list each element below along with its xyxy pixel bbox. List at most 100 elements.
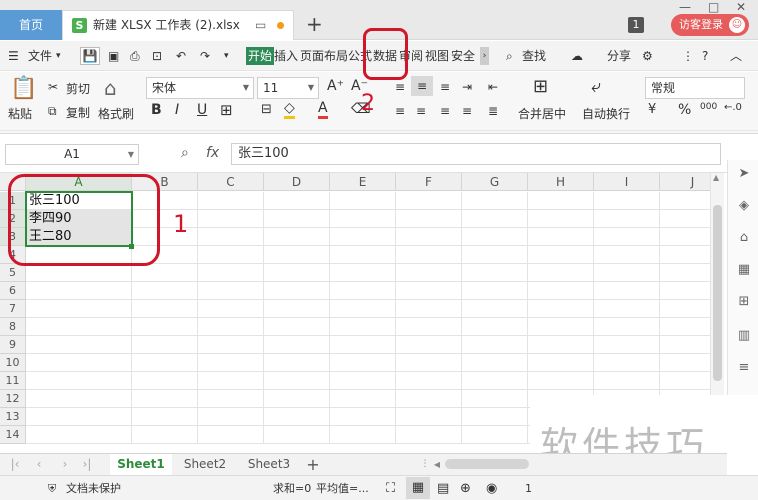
row-header-12[interactable]: 12 [0, 390, 26, 408]
fullscreen-icon[interactable]: ⛶ [386, 476, 395, 500]
print-icon[interactable]: ⎙ [130, 41, 140, 71]
merge-icon[interactable]: ⊞ [533, 76, 548, 97]
prev-sheet-icon[interactable]: ‹ [32, 454, 46, 475]
wrap-icon[interactable]: ⤶ [591, 76, 601, 97]
grid-cell[interactable] [462, 336, 528, 354]
grid-cell[interactable] [396, 210, 462, 228]
row-header-10[interactable]: 10 [0, 354, 26, 372]
grid-cell[interactable] [132, 318, 198, 336]
grid-cell[interactable] [594, 246, 660, 264]
grid-cell[interactable] [462, 426, 528, 444]
menu-security[interactable]: 安全 [451, 41, 475, 71]
grid-cell[interactable] [594, 372, 660, 390]
tab-home[interactable]: 首页 [0, 10, 62, 40]
grid-cell[interactable] [198, 372, 264, 390]
grid-cell[interactable] [396, 318, 462, 336]
zoom-icon[interactable]: ⌕ [181, 145, 189, 161]
menu-share[interactable]: 分享 [607, 41, 631, 71]
undo-icon[interactable]: ↶ [176, 41, 186, 71]
grid-cell[interactable] [330, 228, 396, 246]
grid-cell[interactable] [330, 336, 396, 354]
grid-cell[interactable] [132, 408, 198, 426]
hamburger-icon[interactable]: ☰ [8, 41, 19, 71]
chart-icon[interactable]: ▥ [736, 328, 752, 344]
grid-icon[interactable]: ⊞ [736, 294, 752, 310]
grid-cell[interactable] [462, 354, 528, 372]
grid-cell[interactable] [528, 354, 594, 372]
font-size-select[interactable]: 11 ▼ [257, 77, 319, 99]
grid-cell[interactable] [660, 282, 710, 300]
grid-cell[interactable] [462, 282, 528, 300]
align-center-icon[interactable]: ≡ [416, 104, 426, 118]
zoom-value[interactable]: 1 [525, 476, 532, 500]
underline-icon[interactable]: U [197, 102, 207, 118]
cloud-icon[interactable]: ☁ [571, 41, 583, 71]
border-icon[interactable]: ⊞ [220, 101, 233, 119]
grid-cell[interactable] [132, 426, 198, 444]
grid-cell[interactable] [528, 192, 594, 210]
grid-cell[interactable] [528, 336, 594, 354]
eye-protect-icon[interactable]: ◉ [486, 476, 497, 500]
grid-cell[interactable] [264, 372, 330, 390]
grid-cell[interactable] [264, 228, 330, 246]
cursor-icon[interactable]: ➤ [736, 166, 752, 182]
grid-cell[interactable] [660, 300, 710, 318]
percent-button[interactable]: % [678, 102, 691, 118]
align-right-icon[interactable]: ≡ [440, 104, 450, 118]
grid-cell[interactable] [594, 300, 660, 318]
grid-cell[interactable] [26, 372, 132, 390]
grid-cell[interactable] [594, 192, 660, 210]
next-sheet-icon[interactable]: › [58, 454, 72, 475]
search-icon[interactable]: ⌕ [506, 41, 513, 71]
row-header-13[interactable]: 13 [0, 408, 26, 426]
grid-cell[interactable] [26, 354, 132, 372]
grid-cell[interactable] [594, 228, 660, 246]
vertical-scroll-thumb[interactable] [713, 205, 722, 381]
grid-cell[interactable] [330, 318, 396, 336]
paste-button[interactable]: 粘贴 [8, 105, 32, 122]
shapes-icon[interactable]: ◈ [736, 198, 752, 214]
style-icon[interactable]: ⌂ [736, 230, 752, 246]
grid-cell[interactable] [594, 282, 660, 300]
grid-cell[interactable] [462, 192, 528, 210]
grid-cell[interactable] [462, 372, 528, 390]
new-tab-button[interactable]: + [306, 12, 323, 36]
more-icon[interactable]: ▾ [224, 41, 229, 71]
row-header-11[interactable]: 11 [0, 372, 26, 390]
grid-cell[interactable] [26, 264, 132, 282]
grid-cell[interactable] [396, 372, 462, 390]
protect-status[interactable]: 文档未保护 [66, 476, 121, 500]
grid-cell[interactable] [396, 282, 462, 300]
grid-cell[interactable] [198, 210, 264, 228]
grid-cell[interactable] [198, 228, 264, 246]
grid-cell[interactable] [462, 318, 528, 336]
column-header-j[interactable]: J [660, 173, 710, 191]
grid-cell[interactable] [660, 318, 710, 336]
grid-cell[interactable] [528, 300, 594, 318]
grid-cell[interactable] [528, 228, 594, 246]
grid-cell[interactable] [198, 192, 264, 210]
grid-cell[interactable] [264, 354, 330, 372]
horizontal-scroll-thumb[interactable] [445, 459, 529, 469]
grid-cell[interactable] [528, 264, 594, 282]
grid-cell[interactable] [198, 354, 264, 372]
grid-cell[interactable] [264, 408, 330, 426]
strikethrough-icon[interactable]: ⊟ [261, 102, 272, 117]
grid-cell[interactable] [132, 372, 198, 390]
align-left-icon[interactable]: ≡ [395, 104, 405, 118]
grid-cell[interactable] [198, 336, 264, 354]
grid-cell[interactable] [330, 408, 396, 426]
sum-value[interactable]: 求和=0 [273, 476, 311, 500]
distribute-icon[interactable]: ≣ [488, 104, 498, 118]
italic-icon[interactable]: I [175, 102, 179, 118]
grid-cell[interactable] [198, 408, 264, 426]
grid-cell[interactable] [462, 210, 528, 228]
grid-cell[interactable] [594, 264, 660, 282]
average-value[interactable]: 平均值=... [316, 476, 369, 500]
grid-cell[interactable] [660, 192, 710, 210]
grid-cell[interactable] [330, 246, 396, 264]
help-icon[interactable]: ? [702, 41, 708, 71]
align-middle-icon[interactable]: ≡ [411, 76, 433, 96]
save-icon[interactable]: 💾 [80, 47, 100, 65]
grid-cell[interactable] [594, 354, 660, 372]
